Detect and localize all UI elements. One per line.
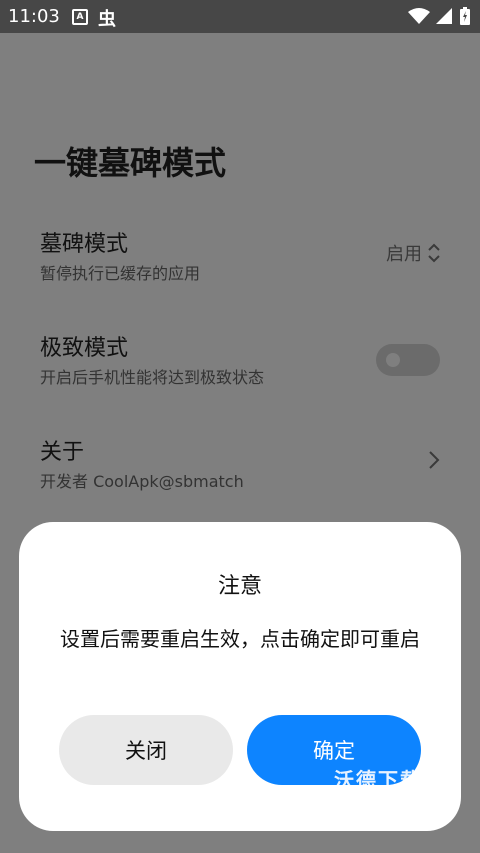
setting-extreme-mode[interactable]: 极致模式 开启后手机性能将达到极致状态 (0, 330, 480, 410)
setting-about[interactable]: 关于 开发者 CoolApk@sbmatch (0, 434, 480, 514)
battery-icon (460, 7, 470, 25)
signal-icon (436, 8, 452, 24)
setting-subtitle: 开启后手机性能将达到极致状态 (40, 368, 265, 387)
a-icon: A (72, 9, 88, 25)
page-title: 一键墓碑模式 (34, 144, 227, 182)
close-button[interactable]: 关闭 (59, 715, 233, 785)
setting-subtitle: 开发者 CoolApk@sbmatch (40, 472, 244, 491)
setting-tombstone-mode[interactable]: 墓碑模式 暂停执行已缓存的应用 启用 (0, 226, 480, 306)
setting-title: 墓碑模式 (40, 232, 129, 257)
dialog-title: 注意 (217, 574, 262, 599)
setting-value-dropdown[interactable]: 启用 (386, 240, 440, 266)
wifi-icon (408, 8, 430, 24)
dialog-message: 设置后需要重启生效，点击确定即可重启 (60, 627, 420, 651)
bug-icon: 虫 (98, 9, 116, 30)
setting-title: 极致模式 (40, 336, 129, 361)
setting-title: 关于 (40, 440, 85, 465)
setting-value: 启用 (386, 244, 422, 265)
status-time: 11:03 (8, 6, 60, 27)
toggle-knob (386, 353, 400, 367)
setting-subtitle: 暂停执行已缓存的应用 (40, 264, 201, 283)
status-bar: 11:03 A 虫 (0, 0, 480, 33)
extreme-mode-toggle[interactable] (376, 344, 440, 376)
watermark-text: 沃德下载 (334, 768, 422, 792)
chevron-up-down-icon (428, 243, 440, 263)
chevron-right-icon (429, 451, 440, 469)
